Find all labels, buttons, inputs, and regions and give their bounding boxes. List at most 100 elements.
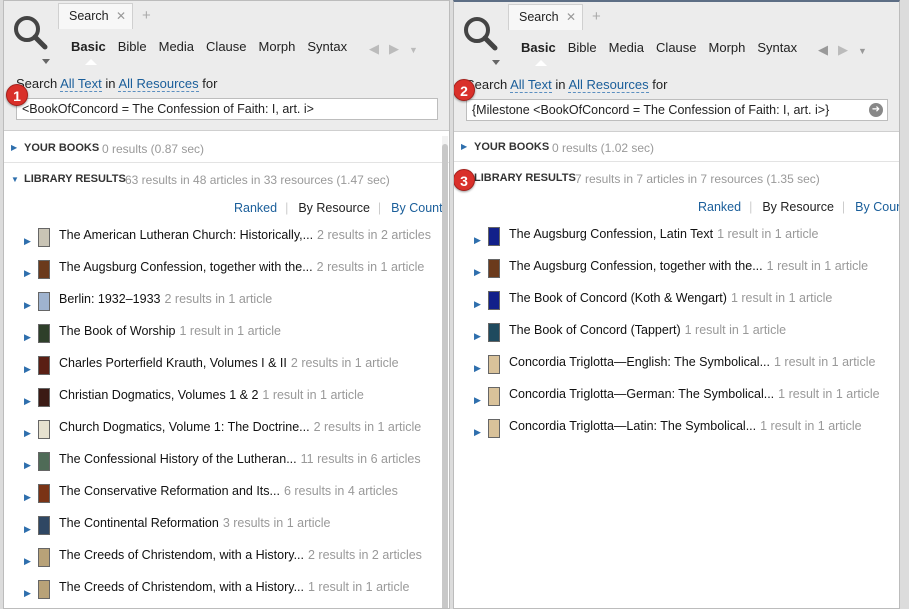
result-row[interactable]: ▶ Concordia Triglotta—Latin: The Symbolic… [454, 418, 899, 450]
resource-name[interactable]: Concordia Triglotta—Latin: The Symbolica… [509, 419, 756, 433]
sort-by-resource[interactable]: By Resource [298, 201, 370, 215]
resource-title[interactable]: Christian Dogmatics, Volumes 1 & 2 1 resu… [59, 388, 364, 402]
expand-icon[interactable]: ▶ [474, 299, 481, 310]
resource-title[interactable]: Church Dogmatics, Volume 1: The Doctrine… [59, 420, 421, 434]
mode-basic[interactable]: Basic [71, 39, 106, 54]
expand-icon[interactable]: ▶ [24, 556, 31, 567]
close-icon[interactable]: ✕ [116, 9, 126, 23]
resource-title[interactable]: The Augsburg Confession, together with t… [59, 260, 424, 274]
text-scope-dropdown[interactable]: All Text [60, 76, 102, 92]
resource-name[interactable]: The Confessional History of the Lutheran… [59, 452, 297, 466]
resource-name[interactable]: The Augsburg Confession, together with t… [509, 259, 763, 273]
resource-name[interactable]: The Book of Concord (Koth & Wengart) [509, 291, 727, 305]
expand-icon[interactable]: ▶ [24, 332, 31, 343]
expand-icon[interactable]: ▶ [24, 524, 31, 535]
resource-name[interactable]: The American Lutheran Church: Historical… [59, 228, 313, 242]
resource-name[interactable]: The Augsburg Confession, together with t… [59, 260, 313, 274]
resource-title[interactable]: The Augsburg Confession, together with t… [509, 259, 868, 273]
result-row[interactable]: ▶ The Continental Reformation 3 results in… [4, 515, 449, 547]
expand-icon[interactable]: ▶ [474, 235, 481, 246]
expand-icon[interactable]: ▶ [461, 142, 467, 151]
tab-search[interactable]: Search ✕ [58, 3, 133, 29]
result-row[interactable]: ▶ The Augsburg Confession, together with … [4, 259, 449, 291]
expand-icon[interactable]: ▶ [24, 268, 31, 279]
resource-title[interactable]: Charles Porterfield Krauth, Volumes I & … [59, 356, 399, 370]
expand-icon[interactable]: ▶ [24, 588, 31, 599]
resource-name[interactable]: The Book of Concord (Tappert) [509, 323, 681, 337]
result-row[interactable]: ▶ Berlin: 1932–1933 2 results in 1 article [4, 291, 449, 323]
result-row[interactable]: ▶ The Creeds of Christendom, with a Histo… [4, 547, 449, 579]
mode-bible[interactable]: Bible [118, 39, 147, 54]
expand-icon[interactable]: ▶ [24, 236, 31, 247]
resource-scope-dropdown[interactable]: All Resources [568, 77, 649, 93]
expand-icon[interactable]: ▶ [11, 143, 17, 152]
scrollbar-thumb[interactable] [442, 144, 448, 608]
expand-icon[interactable]: ▶ [24, 300, 31, 311]
mode-clause[interactable]: Clause [206, 39, 246, 54]
resource-title[interactable]: Concordia Triglotta—English: The Symboli… [509, 355, 875, 369]
resource-name[interactable]: The Book of Worship [59, 324, 176, 338]
resource-title[interactable]: The Augsburg Confession, Latin Text 1 res… [509, 227, 819, 241]
back-arrow-icon[interactable]: ◀ [818, 42, 838, 57]
resource-title[interactable]: The Book of Concord (Tappert) 1 result in… [509, 323, 786, 337]
resource-title[interactable]: The Creeds of Christendom, with a Histor… [59, 548, 422, 562]
result-row[interactable]: ▶ The Confessional History of the Luthera… [4, 451, 449, 483]
resource-scope-dropdown[interactable]: All Resources [118, 76, 199, 92]
forward-arrow-icon[interactable]: ▶ [838, 42, 858, 57]
sort-by-resource[interactable]: By Resource [762, 200, 834, 214]
dropdown-icon[interactable]: ▼ [858, 46, 877, 56]
search-input[interactable]: <BookOfConcord = The Confession of Faith… [16, 98, 438, 120]
your-books-section[interactable]: ▶ YOUR BOOKS 0 results (0.87 sec) [4, 133, 449, 163]
library-results-section[interactable]: ▼ LIBRARY RESULTS 63 results in 48 artic… [4, 164, 449, 194]
result-row[interactable]: ▶ The Creeds of Christendom, with a Histo… [4, 579, 449, 608]
expand-icon[interactable]: ▶ [24, 492, 31, 503]
resource-name[interactable]: The Creeds of Christendom, with a Histor… [59, 580, 304, 594]
mode-media[interactable]: Media [159, 39, 194, 54]
result-row[interactable]: ▶ Christian Dogmatics, Volumes 1 & 2 1 res… [4, 387, 449, 419]
resource-name[interactable]: Concordia Triglotta—English: The Symboli… [509, 355, 770, 369]
mode-clause[interactable]: Clause [656, 40, 696, 55]
dropdown-icon[interactable]: ▼ [409, 45, 428, 55]
mode-basic[interactable]: Basic [521, 40, 556, 55]
library-results-section[interactable]: LIBRARY RESULTS 7 results in 7 articles … [454, 163, 899, 193]
result-row[interactable]: ▶ The Book of Concord (Tappert) 1 result i… [454, 322, 899, 354]
result-row[interactable]: ▶ The Book of Worship 1 result in 1 articl… [4, 323, 449, 355]
resource-name[interactable]: The Continental Reformation [59, 516, 219, 530]
expand-icon[interactable]: ▶ [474, 395, 481, 406]
your-books-section[interactable]: ▶ YOUR BOOKS 0 results (1.02 sec) [454, 132, 899, 162]
add-tab-icon[interactable]: + [142, 7, 151, 24]
result-row[interactable]: ▶ The Augsburg Confession, Latin Text 1 re… [454, 226, 899, 258]
result-row[interactable]: ▶ The Augsburg Confession, together with … [454, 258, 899, 290]
collapse-icon[interactable]: ▼ [11, 175, 19, 184]
expand-icon[interactable]: ▶ [24, 396, 31, 407]
forward-arrow-icon[interactable]: ▶ [389, 41, 409, 56]
sort-ranked[interactable]: Ranked [698, 200, 741, 214]
resource-name[interactable]: Church Dogmatics, Volume 1: The Doctrine… [59, 420, 310, 434]
resource-title[interactable]: The Confessional History of the Lutheran… [59, 452, 421, 466]
result-row[interactable]: ▶ Charles Porterfield Krauth, Volumes I &… [4, 355, 449, 387]
resource-title[interactable]: The Continental Reformation 3 results in … [59, 516, 331, 530]
mode-bible[interactable]: Bible [568, 40, 597, 55]
close-icon[interactable]: ✕ [566, 10, 576, 24]
expand-icon[interactable]: ▶ [474, 363, 481, 374]
mode-morph[interactable]: Morph [709, 40, 746, 55]
sort-ranked[interactable]: Ranked [234, 201, 277, 215]
expand-icon[interactable]: ▶ [474, 427, 481, 438]
search-input[interactable]: {Milestone <BookOfConcord = The Confessi… [466, 99, 888, 121]
mode-morph[interactable]: Morph [259, 39, 296, 54]
resource-title[interactable]: The Book of Concord (Koth & Wengart) 1 re… [509, 291, 832, 305]
mode-media[interactable]: Media [609, 40, 644, 55]
sort-by-count[interactable]: By Count [855, 200, 899, 214]
result-row[interactable]: ▶ The American Lutheran Church: Historica… [4, 227, 449, 259]
resource-title[interactable]: Concordia Triglotta—German: The Symbolic… [509, 387, 880, 401]
resource-title[interactable]: The Creeds of Christendom, with a Histor… [59, 580, 409, 594]
search-icon[interactable] [12, 13, 54, 65]
expand-icon[interactable]: ▶ [474, 267, 481, 278]
resource-name[interactable]: Christian Dogmatics, Volumes 1 & 2 [59, 388, 258, 402]
expand-icon[interactable]: ▶ [24, 460, 31, 471]
expand-icon[interactable]: ▶ [24, 428, 31, 439]
mode-syntax[interactable]: Syntax [757, 40, 797, 55]
resource-title[interactable]: The Conservative Reformation and Its... 6… [59, 484, 398, 498]
result-row[interactable]: ▶ Concordia Triglotta—German: The Symboli… [454, 386, 899, 418]
result-row[interactable]: ▶ The Book of Concord (Koth & Wengart) 1 r… [454, 290, 899, 322]
